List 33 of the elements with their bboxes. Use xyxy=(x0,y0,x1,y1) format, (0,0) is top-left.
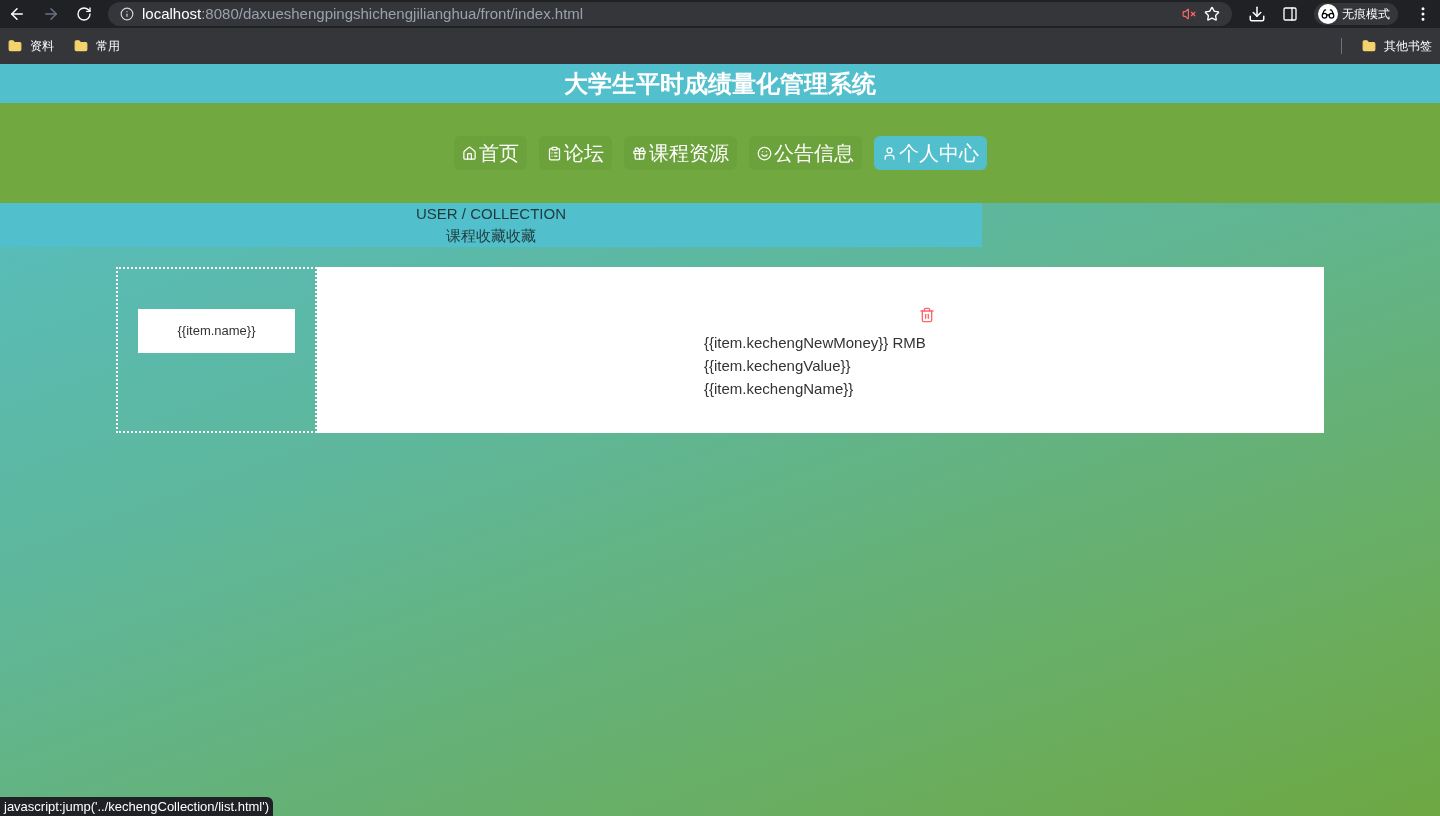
breadcrumb-title: 课程收藏收藏 xyxy=(446,226,536,246)
back-icon[interactable] xyxy=(8,5,26,23)
folder-icon xyxy=(74,39,88,53)
item-name: {{item.name}} xyxy=(138,309,295,353)
info-icon[interactable] xyxy=(120,7,134,21)
item-image-panel[interactable]: {{item.name}} xyxy=(116,267,317,433)
folder-icon xyxy=(1362,39,1376,53)
download-icon[interactable] xyxy=(1248,5,1266,23)
breadcrumb-path: USER / COLLECTION xyxy=(416,204,566,224)
bookmark-folder[interactable]: 资料 xyxy=(8,37,54,55)
status-link-tooltip: javascript:jump('../kechengCollection/list.html') xyxy=(0,796,274,816)
folder-icon xyxy=(8,39,22,53)
delete-icon[interactable] xyxy=(919,307,935,323)
incognito-badge[interactable]: 无痕模式 xyxy=(1314,3,1398,25)
sidebar-icon[interactable] xyxy=(1282,6,1298,22)
item-field: {{item.kechengName}} xyxy=(704,377,854,400)
course-icon xyxy=(631,145,647,161)
notice-icon xyxy=(756,145,772,161)
bookmark-folder[interactable]: 其他书签 xyxy=(1362,37,1432,55)
bookmark-folder[interactable]: 常用 xyxy=(74,37,120,55)
forward-icon[interactable] xyxy=(42,5,60,23)
home-icon xyxy=(461,145,477,161)
star-icon[interactable] xyxy=(1204,6,1220,22)
url-text: localhost:8080/daxueshengpingshichengjilianghua/front/index.html xyxy=(142,3,584,24)
site-header: 大学生平时成绩量化管理系统 xyxy=(0,64,1440,103)
forum-icon xyxy=(546,145,562,161)
address-bar[interactable]: localhost:8080/daxueshengpingshichengjilianghua/front/index.html xyxy=(108,2,1232,26)
user-icon xyxy=(881,145,897,161)
incognito-icon xyxy=(1321,7,1335,21)
item-field: {{item.kechengValue}} xyxy=(704,354,851,377)
item-field: {{item.kechengNewMoney}} RMB xyxy=(704,331,926,354)
reload-icon[interactable] xyxy=(76,6,92,22)
muted-icon[interactable] xyxy=(1182,7,1196,21)
